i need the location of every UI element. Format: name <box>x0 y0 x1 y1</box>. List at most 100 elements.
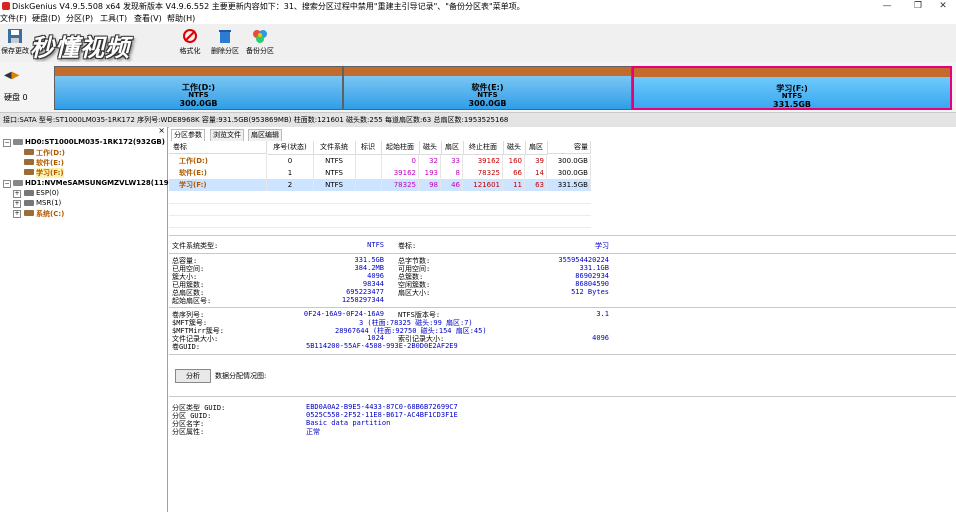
partition-size: 331.5GB <box>773 100 811 109</box>
expand-icon[interactable]: + <box>13 210 21 218</box>
cell-id <box>355 155 382 167</box>
col-id[interactable]: 标识 <box>355 141 382 155</box>
cell-volume: 软件(E:) <box>169 167 267 179</box>
toolbar: 保存更改 格式化 删除分区 备份分区 <box>0 24 956 63</box>
volume-label-value: 学习 <box>595 242 609 250</box>
tree-item-label: 工作(D:) <box>36 149 66 157</box>
menu-disk[interactable]: 硬盘(D) <box>32 13 60 24</box>
tree-item-label: 软件(E:) <box>36 159 64 167</box>
expand-icon[interactable]: + <box>13 190 21 198</box>
col-start-head[interactable]: 磁头 <box>419 141 442 155</box>
tab-sector-edit[interactable]: 扇区编辑 <box>248 129 282 141</box>
close-button[interactable]: ✕ <box>928 0 956 12</box>
table-row[interactable]: 软件(E:) 1 NTFS 39162 193 8 78325 66 14 30… <box>169 167 591 179</box>
cell-index: 0 <box>267 155 314 167</box>
minimize-button[interactable]: — <box>872 0 902 12</box>
partition-block-work[interactable]: 工作(D:) NTFS 300.0GB <box>54 66 343 110</box>
collapse-icon[interactable]: − <box>3 139 11 147</box>
tree-item-software[interactable]: 软件(E:) <box>0 158 167 168</box>
menu-tools[interactable]: 工具(T) <box>100 13 127 24</box>
backup-partition-button[interactable]: 备份分区 <box>243 28 277 60</box>
prev-disk-icon[interactable]: ◀ <box>4 70 12 81</box>
collapse-icon[interactable]: − <box>3 180 11 188</box>
tree-item-hd0[interactable]: − HD0:ST1000LM035-1RK172(932GB) <box>0 138 167 148</box>
tree-item-label: HD1:NVMeSAMSUNGMZVLW128(119GB) <box>25 179 183 187</box>
col-capacity[interactable]: 容量 <box>547 141 591 154</box>
partition-block-study[interactable]: 学习(F:) NTFS 331.5GB <box>632 66 952 110</box>
cell-volume: 学习(F:) <box>169 179 267 191</box>
col-fs[interactable]: 文件系统 <box>313 141 356 155</box>
partition-size: 300.0GB <box>468 99 507 108</box>
tree-item-label: HD0:ST1000LM035-1RK172(932GB) <box>25 138 165 146</box>
col-volume[interactable]: 卷标 <box>169 141 267 154</box>
backup-partition-label: 备份分区 <box>246 47 274 55</box>
right-panel: 分区参数 浏览文件 扇区编辑 卷标 序号(状态) 文件系统 标识 起始柱面 磁头… <box>169 127 956 513</box>
col-start-cyl[interactable]: 起始柱面 <box>381 141 420 155</box>
partition-icon <box>24 159 34 165</box>
cell-volume: 工作(D:) <box>169 155 267 167</box>
cell-start-cyl: 78325 <box>381 179 419 191</box>
window-title: DiskGenius V4.9.5.508 x64 发现新版本 V4.9.6.5… <box>12 2 525 11</box>
cell-end-cyl: 121601 <box>463 179 503 191</box>
partition-attr-value: 正常 <box>306 428 320 436</box>
disk-tree-panel: × − HD0:ST1000LM035-1RK172(932GB) 工作(D:)… <box>0 126 183 512</box>
tree-item-esp[interactable]: + ESP(0) <box>0 189 167 199</box>
menu-file[interactable]: 文件(F) <box>0 13 27 24</box>
tree-item-study[interactable]: 学习(F:) <box>0 168 167 178</box>
partition-icon <box>24 200 34 206</box>
table-row[interactable]: 工作(D:) 0 NTFS 0 32 33 39162 160 39 300.0… <box>169 155 591 167</box>
free-clusters-value: 86804590 <box>575 280 609 288</box>
table-row-selected[interactable]: 学习(F:) 2 NTFS 78325 98 46 121601 11 63 3… <box>169 179 591 191</box>
format-button[interactable]: 格式化 <box>176 28 204 60</box>
cell-id <box>355 167 382 179</box>
partition-icon <box>24 149 34 155</box>
cell-start-head: 32 <box>419 155 441 167</box>
col-end-sector[interactable]: 扇区 <box>525 141 548 155</box>
tree-item-system[interactable]: + 系统(C:) <box>0 209 167 219</box>
partition-type-guid-value: EBD0A0A2-B9E5-4433-87C0-68B6B72699C7 <box>306 403 458 411</box>
delete-partition-button[interactable]: 删除分区 <box>208 28 242 60</box>
menu-view[interactable]: 查看(V) <box>134 13 162 24</box>
col-start-sector[interactable]: 扇区 <box>441 141 464 155</box>
cell-index: 1 <box>267 167 314 179</box>
close-icon[interactable]: × <box>158 126 165 135</box>
tab-partition-params[interactable]: 分区参数 <box>171 129 205 141</box>
tree-item-msr[interactable]: + MSR(1) <box>0 199 167 209</box>
save-button[interactable]: 保存更改 <box>0 28 30 60</box>
col-end-cyl[interactable]: 终止柱面 <box>463 141 504 155</box>
cell-index: 2 <box>267 179 314 191</box>
tree-item-label: MSR(1) <box>36 199 62 207</box>
partition-guid-value: 0525C558-2F52-11E8-B617-AC4BF1CD3F1E <box>306 411 458 419</box>
disk-info-bar: 接口:SATA 型号:ST1000LM035-1RK172 序列号:WDE896… <box>0 112 956 128</box>
index-record-size-value: 4096 <box>592 334 609 342</box>
cell-capacity: 300.0GB <box>547 167 591 179</box>
app-icon <box>2 2 10 10</box>
cell-start-sector: 46 <box>441 179 463 191</box>
col-end-head[interactable]: 磁头 <box>503 141 526 155</box>
index-record-size-label: 索引记录大小: <box>398 335 445 343</box>
next-disk-icon[interactable]: ▶ <box>12 70 20 81</box>
expand-icon[interactable]: + <box>13 200 21 208</box>
tree-item-label: 系统(C:) <box>36 210 65 218</box>
partition-icon <box>24 210 34 216</box>
delete-partition-label: 删除分区 <box>211 47 239 55</box>
save-label: 保存更改 <box>1 47 29 55</box>
cell-end-cyl: 39162 <box>463 155 503 167</box>
partition-block-software[interactable]: 软件(E:) NTFS 300.0GB <box>343 66 632 110</box>
volume-label-label: 卷标: <box>398 242 417 250</box>
allocation-map-label: 数据分配情况图: <box>215 372 267 380</box>
hard-disk-icon <box>13 180 23 186</box>
col-index[interactable]: 序号(状态) <box>267 141 314 155</box>
save-icon <box>8 29 22 43</box>
cell-start-head: 98 <box>419 179 441 191</box>
tree-item-work[interactable]: 工作(D:) <box>0 148 167 158</box>
used-clusters-value: 98344 <box>362 280 384 288</box>
analyze-button[interactable]: 分析 <box>175 369 211 383</box>
free-space-value: 331.1GB <box>579 264 609 272</box>
partition-fs: NTFS <box>781 92 803 100</box>
menu-help[interactable]: 帮助(H) <box>167 13 195 24</box>
tab-browse-files[interactable]: 浏览文件 <box>210 129 244 141</box>
cell-start-cyl: 39162 <box>381 167 419 179</box>
menu-partition[interactable]: 分区(P) <box>66 13 93 24</box>
tree-item-hd1[interactable]: − HD1:NVMeSAMSUNGMZVLW128(119GB) <box>0 179 183 189</box>
